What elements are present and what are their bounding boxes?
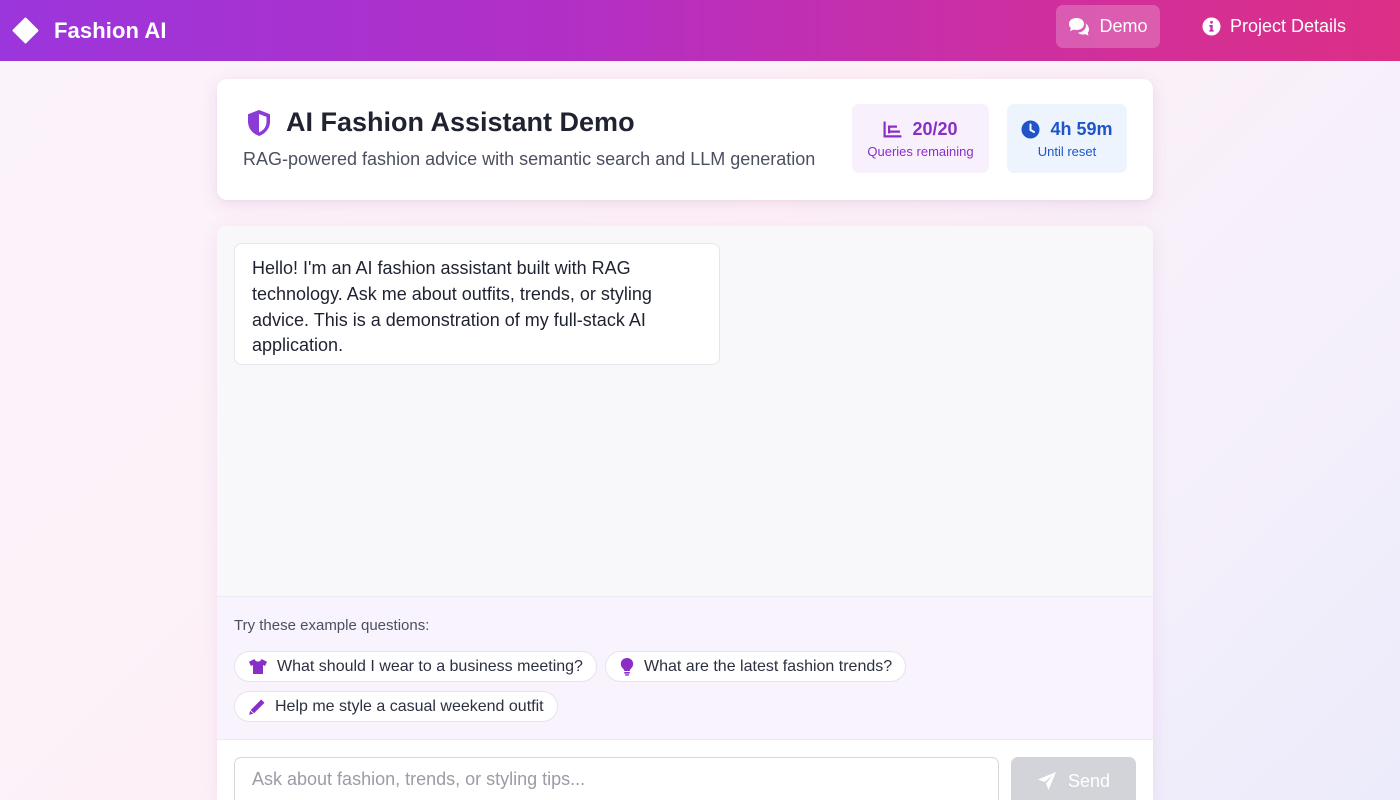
queries-remaining-stat: 20/20 Queries remaining [852, 104, 989, 173]
brand[interactable]: Fashion AI [12, 0, 167, 61]
nav-demo-label: Demo [1099, 16, 1148, 36]
shield-icon [246, 109, 272, 137]
assistant-message: Hello! I'm an AI fashion assistant built… [234, 243, 720, 365]
header-card: AI Fashion Assistant Demo RAG-powered fa… [217, 79, 1153, 200]
paper-plane-icon [1037, 771, 1068, 791]
diamond-icon [12, 17, 39, 44]
chat-panel: Hello! I'm an AI fashion assistant built… [217, 226, 1153, 800]
example-chip-label: Help me style a casual weekend outfit [275, 697, 544, 715]
example-chip-label: What are the latest fashion trends? [644, 657, 893, 675]
example-chip-label: What should I wear to a business meeting… [277, 657, 583, 675]
clock-icon [1021, 120, 1050, 139]
example-chip-weekend-outfit[interactable]: Help me style a casual weekend outfit [234, 691, 558, 722]
navbar: Fashion AI Demo Project Details [0, 0, 1400, 61]
send-button[interactable]: Send [1011, 757, 1136, 800]
brand-title: Fashion AI [54, 17, 167, 43]
examples-label: Try these example questions: [234, 617, 430, 634]
comments-icon [1068, 17, 1099, 37]
nav-project-details-label: Project Details [1230, 16, 1347, 36]
page-subtitle: RAG-powered fashion advice with semantic… [243, 149, 816, 169]
reset-value: 4h 59m [1050, 118, 1113, 139]
info-circle-icon [1202, 17, 1230, 36]
chat-input[interactable] [234, 757, 999, 800]
message-list[interactable]: Hello! I'm an AI fashion assistant built… [217, 226, 1153, 596]
queries-value: 20/20 [912, 118, 958, 139]
reset-label: Until reset [1037, 143, 1097, 159]
queries-label: Queries remaining [867, 143, 974, 159]
bar-chart-icon [883, 121, 912, 138]
example-chip-fashion-trends[interactable]: What are the latest fashion trends? [605, 651, 907, 682]
example-chip-business-meeting[interactable]: What should I wear to a business meeting… [234, 651, 597, 682]
send-label: Send [1067, 771, 1111, 791]
nav-project-details-link[interactable]: Project Details [1190, 5, 1358, 48]
title-row: AI Fashion Assistant Demo [246, 107, 635, 138]
reset-timer-stat: 4h 59m Until reset [1007, 104, 1127, 173]
pencil-icon [248, 698, 275, 716]
lightbulb-icon [619, 657, 644, 676]
example-questions: Try these example questions: What should… [217, 596, 1153, 739]
nav-demo-link[interactable]: Demo [1056, 5, 1160, 48]
page-title: AI Fashion Assistant Demo [286, 107, 635, 137]
shirt-icon [248, 658, 277, 675]
chat-input-area: Send [217, 739, 1153, 800]
